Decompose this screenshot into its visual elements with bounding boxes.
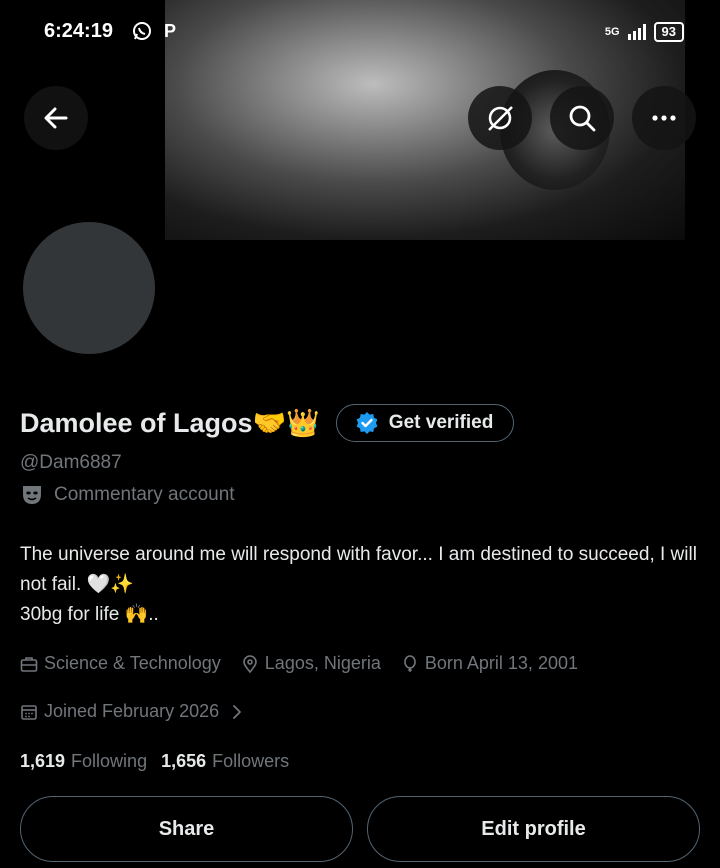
follow-counts: 1,619 Following 1,656 Followers <box>20 751 289 772</box>
verified-badge-icon <box>356 412 378 434</box>
chevron-right-icon <box>233 704 242 719</box>
commentary-mask-icon <box>23 486 41 504</box>
share-button[interactable]: Share <box>20 796 353 862</box>
industry-label: Science & Technology <box>44 653 221 673</box>
more-button[interactable] <box>632 86 696 150</box>
back-arrow-icon <box>44 107 68 129</box>
location-label: Lagos, Nigeria <box>264 653 381 673</box>
calendar-icon <box>21 704 37 720</box>
display-name: Damolee of Lagos🤝👑 <box>20 408 320 438</box>
status-bar: 6:24:19 P 5G 93 <box>0 0 720 64</box>
followers-link[interactable]: 1,656 Followers <box>161 751 289 772</box>
signal-icon <box>627 24 646 40</box>
following-count: 1,619 <box>20 751 66 771</box>
balloon-icon <box>404 654 416 672</box>
handle: @Dam6887 <box>20 452 122 473</box>
joined-label: Joined February 2026 <box>44 701 220 721</box>
whatsapp-icon <box>132 21 152 46</box>
industry-item: Science & Technology <box>20 653 221 674</box>
avatar[interactable] <box>21 220 157 356</box>
bio-line-1: The universe around me will respond with… <box>20 544 697 595</box>
followers-label: Followers <box>212 751 290 771</box>
name-row: Damolee of Lagos🤝👑 Get verified <box>20 404 515 442</box>
joined-row[interactable]: Joined February 2026 <box>20 701 245 722</box>
following-label: Following <box>71 751 148 771</box>
category-label: Commentary account <box>54 484 235 505</box>
back-button[interactable] <box>24 86 88 150</box>
share-label: Share <box>158 817 215 840</box>
joined-item[interactable]: Joined February 2026 <box>20 701 245 722</box>
followers-count: 1,656 <box>161 751 207 771</box>
grok-icon <box>488 106 513 131</box>
location-pin-icon <box>242 654 257 673</box>
birthday-item: Born April 13, 2001 <box>401 653 578 674</box>
bio: The universe around me will respond with… <box>20 540 700 630</box>
location-item: Lagos, Nigeria <box>241 653 381 674</box>
battery-icon: 93 <box>653 22 684 42</box>
p-icon: P <box>164 21 177 41</box>
status-right: 5G 93 <box>605 22 684 42</box>
profile-category[interactable]: Commentary account <box>20 484 235 506</box>
bio-line-2: 30bg for life 🙌.. <box>20 604 159 625</box>
search-button[interactable] <box>550 86 614 150</box>
edit-profile-button[interactable]: Edit profile <box>367 796 700 862</box>
more-icon <box>652 115 676 121</box>
get-verified-label: Get verified <box>388 412 494 433</box>
briefcase-icon <box>20 656 38 672</box>
edit-profile-label: Edit profile <box>481 817 586 840</box>
profile-meta-row: Science & Technology Lagos, Nigeria Born… <box>20 653 578 674</box>
get-verified-button[interactable]: Get verified <box>335 404 515 442</box>
grok-button[interactable] <box>468 86 532 150</box>
status-time: 6:24:19 <box>44 20 113 42</box>
search-icon <box>569 105 596 132</box>
network-type: 5G <box>604 26 620 38</box>
birthday-label: Born April 13, 2001 <box>424 653 578 673</box>
following-link[interactable]: 1,619 Following <box>20 751 147 772</box>
